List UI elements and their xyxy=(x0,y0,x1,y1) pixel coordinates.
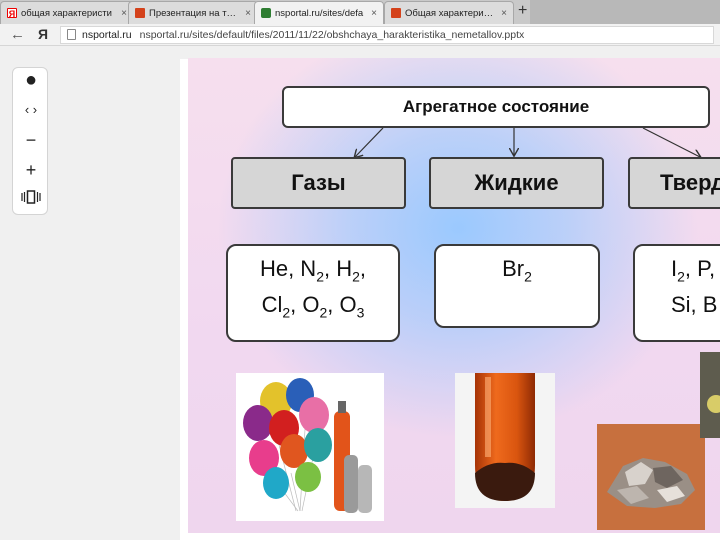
screen: Я общая характеристи × Презентация на те… xyxy=(0,0,720,540)
nsportal-icon xyxy=(261,8,271,18)
dot-icon[interactable]: ● xyxy=(13,68,49,92)
tab-1[interactable]: Я общая характеристи × xyxy=(0,1,134,24)
close-icon[interactable]: × xyxy=(371,8,377,19)
category-liquids: Жидкие xyxy=(429,157,604,209)
category-liquids-label: Жидкие xyxy=(474,170,559,195)
formula-text: Cl xyxy=(261,292,283,318)
formula-subscript: 2 xyxy=(352,268,360,285)
close-icon[interactable]: × xyxy=(245,8,251,19)
close-icon[interactable]: × xyxy=(121,8,127,19)
url-path: nsportal.ru/sites/default/files/2011/11/… xyxy=(139,29,525,41)
test-tube-drawing xyxy=(475,373,535,501)
prev-next-slide-icon[interactable]: ‹ › xyxy=(13,98,49,122)
tab-2[interactable]: Презентация на тему × xyxy=(128,1,258,24)
arrow-to-solids xyxy=(642,127,700,157)
fullscreen-glyph xyxy=(21,190,41,204)
slides-icon xyxy=(135,8,145,18)
tab-3-active[interactable]: nsportal.ru/sites/defa × xyxy=(254,1,384,24)
formula-subscript: 2 xyxy=(524,268,532,285)
header-box: Агрегатное состояние xyxy=(282,86,710,128)
examples-gases: He, N2, H2, Cl2, O2, O3 xyxy=(226,244,400,342)
formula-text: , P, xyxy=(684,256,716,281)
category-solids-label: Тверд xyxy=(660,170,720,195)
formula-text: , xyxy=(359,256,367,281)
back-arrow-icon[interactable]: ← xyxy=(10,26,25,43)
tab-4[interactable]: Общая характеристи × xyxy=(384,1,514,24)
formula-line: Br2 xyxy=(436,252,598,288)
partial-image xyxy=(700,352,720,438)
formula-text: , O xyxy=(327,292,357,318)
formula-subscript: 2 xyxy=(282,304,291,321)
url-field[interactable]: nsportal.ru nsportal.ru/sites/default/fil… xyxy=(60,26,714,44)
balloons-drawing xyxy=(243,378,372,513)
category-solids: Тверд xyxy=(628,157,720,209)
address-bar-row: ← Я nsportal.ru nsportal.ru/sites/default… xyxy=(0,24,720,46)
partial-image-drawing xyxy=(700,352,720,438)
arrow-to-gases xyxy=(355,127,384,157)
tab-1-label: общая характеристи xyxy=(21,7,112,19)
formula-text: Br xyxy=(502,256,525,281)
tab-4-label: Общая характеристи xyxy=(405,7,498,19)
crystal-drawing xyxy=(597,424,705,530)
formula-text: Si, B xyxy=(671,292,718,318)
yandex-icon: Я xyxy=(7,8,17,19)
tab-2-label: Презентация на тему xyxy=(149,7,242,19)
examples-solids: I2, P, Si, B xyxy=(633,244,720,342)
tab-strip: Я общая характеристи × Презентация на те… xyxy=(0,0,720,24)
balloons-image xyxy=(236,373,384,521)
zoom-in-icon[interactable]: + xyxy=(13,158,49,182)
formula-line: Cl2, O2, O3 xyxy=(228,288,398,324)
crystal-image xyxy=(597,424,705,530)
url-domain: nsportal.ru xyxy=(82,29,132,41)
examples-liquids: Br2 xyxy=(434,244,600,328)
formula-subscript: 2 xyxy=(316,268,324,285)
category-gases-label: Газы xyxy=(291,170,346,195)
header-text: Агрегатное состояние xyxy=(402,97,590,116)
slides-icon xyxy=(391,8,401,18)
yandex-button[interactable]: Я xyxy=(38,26,48,42)
page-icon xyxy=(67,29,76,40)
close-icon[interactable]: × xyxy=(501,8,507,19)
formula-subscript: 2 xyxy=(677,268,685,285)
formula-line: I2, P, xyxy=(671,252,720,288)
slide: Агрегатное состояние Газы Жидкие Тверд H… xyxy=(188,58,720,533)
viewer-toolbar: ● ‹ › − + xyxy=(12,67,48,215)
tab-strip-empty-area xyxy=(530,0,720,24)
formula-text: , O xyxy=(290,292,320,318)
formula-line: Si, B xyxy=(671,288,720,322)
formula-text: He, N xyxy=(259,256,317,281)
bromine-tube-image xyxy=(455,373,555,508)
formula-text: , H xyxy=(324,256,353,281)
tab-3-label: nsportal.ru/sites/defa xyxy=(275,7,364,19)
fullscreen-icon[interactable] xyxy=(13,188,49,212)
category-gases: Газы xyxy=(231,157,406,209)
zoom-out-icon[interactable]: − xyxy=(13,128,49,152)
formula-subscript: 3 xyxy=(356,304,365,321)
formula-line: He, N2, H2, xyxy=(228,252,398,288)
new-tab-button[interactable]: + xyxy=(518,2,527,20)
